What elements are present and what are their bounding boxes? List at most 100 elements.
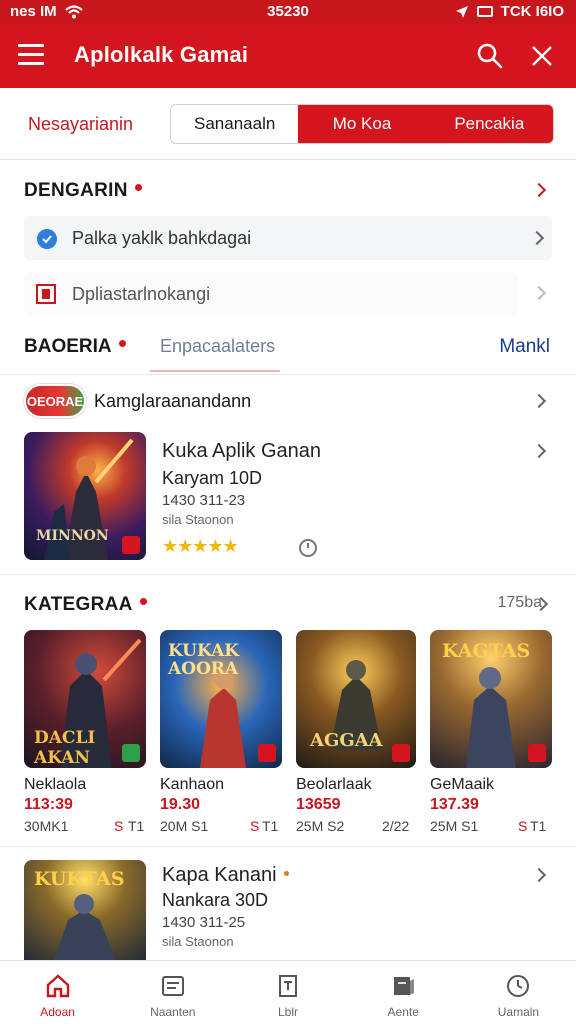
red-dot-icon [139,598,147,605]
category-price: 19.30 [160,796,201,813]
game-art-title: KUKAK AOORA [168,641,240,679]
app-title: Aplolkalk Gamai [74,42,249,67]
chevron-right-icon[interactable] [531,867,547,883]
nav-label: Adoan [40,1005,75,1019]
chevron-right-icon[interactable] [531,182,547,198]
red-tag-icon [392,744,410,762]
nav-label: Lblr [278,1005,299,1019]
clock-icon [507,975,530,997]
bottom-nav: Adoan Naanten Lblr Aente Uamaln [0,960,576,1024]
segment-option-1[interactable]: Sananaaln [171,105,298,143]
chevron-right-icon [529,230,545,246]
nav-list[interactable]: Naanten [115,961,230,1024]
featured-header: Kamglaraanandann [94,391,252,411]
nav-home[interactable]: Adoan [0,961,115,1024]
category-size: 25M S2 [296,818,345,834]
close-icon[interactable] [528,42,556,70]
section-title: DENGARIN [24,180,142,202]
category-name[interactable]: Neklaola [24,776,86,794]
section-title: KATEGRAA [24,594,147,616]
segment-option-2[interactable]: Mo Koa [298,105,426,143]
game-publisher: sila Staonon [162,934,234,949]
category-rank: T1 [530,818,547,834]
category-name[interactable]: Kanhaon [160,776,224,794]
category-rank: 2/22 [382,818,410,834]
game-thumbnail[interactable]: KUKTAS [24,860,146,960]
list-item-label: Dpliastarlnokangi [72,284,211,304]
clock-icon [299,539,317,557]
nav-notebook[interactable]: Aente [346,961,461,1024]
search-icon[interactable] [476,42,504,70]
green-tag-icon [122,744,140,762]
red-dot-icon [134,184,142,191]
rating-stars: ★★★★★ [162,536,239,556]
game-date: 1430 311-25 [162,914,246,931]
home-icon [46,974,69,998]
nav-clock[interactable]: Uamaln [461,961,576,1024]
divider [0,374,576,375]
app-bar: Aplolkalk Gamai [0,24,576,88]
info-circle-icon [37,229,57,249]
red-tag-icon [122,536,140,554]
chevron-right-icon[interactable] [531,443,547,459]
tab-other[interactable]: Enpacaalaters [160,336,275,357]
game-art-title: MINNON [36,528,109,544]
tab-active[interactable]: BAOERIA [24,336,126,358]
category-badge: S [250,818,260,834]
category-card-4[interactable]: KAGTAS [430,630,552,768]
category-badge: S [518,818,528,834]
divider [0,574,576,575]
category-card-1[interactable]: DACLI AKAN [24,630,146,768]
featured-badge: OEORAE [24,384,86,418]
category-size: 20M S1 [160,818,209,834]
location-arrow-icon [455,5,468,18]
category-price: 113:39 [24,796,73,813]
nav-label: Uamaln [497,1005,540,1019]
filter-row: Nesayarianin Sananaaln Mo Koa Pencakia [0,88,576,160]
category-card-2[interactable]: KUKAK AOORA [160,630,282,768]
game-thumbnail[interactable]: MINNON [24,432,146,560]
game-date: 1430 311-23 [162,492,246,509]
more-link[interactable]: Mankl [499,336,550,358]
segment-option-3[interactable]: Pencakia [425,105,553,143]
tab-underline [150,370,280,372]
red-square-icon [36,284,56,304]
nav-label: Aente [387,1005,419,1019]
list-item[interactable]: Dpliastarlnokangi [24,272,518,316]
nav-book[interactable]: Lblr [230,961,345,1024]
game-art-title: AGGAA [310,730,383,751]
chevron-right-icon[interactable] [531,393,547,409]
category-name[interactable]: GeMaaik [430,776,494,794]
category-name[interactable]: Beolarlaak [296,776,372,794]
nav-label: Naanten [150,1005,196,1019]
list-item[interactable]: Palka yaklk bahkdagai [24,216,552,260]
menu-icon[interactable] [18,44,44,66]
tabs: BAOERIA Enpacaalaters Mankl [0,326,576,374]
notebook-icon [394,977,415,995]
category-size: 30MK1 [24,818,69,834]
game-publisher: sila Staonon [162,512,234,527]
category-badge: S [114,818,124,834]
list-item-label: Palka yaklk bahkdagai [72,228,252,248]
divider [0,846,576,847]
filter-label[interactable]: Nesayarianin [28,114,133,135]
game-title[interactable]: Kuka Aplik Ganan [162,440,321,463]
status-bar: nes IM 35230 TCK I6IO [0,0,576,24]
red-tag-icon [258,744,276,762]
list-icon [161,976,184,996]
category-price: 13659 [296,796,341,813]
book-icon [279,975,297,997]
section-title-text: KATEGRAA [24,594,133,615]
chevron-right-icon[interactable] [531,285,547,301]
category-price: 137.39 [430,796,479,813]
game-art-title: KAGTAS [442,640,531,662]
game-title-text: Kapa Kanani [162,864,277,886]
section-title-text: DENGARIN [24,180,128,201]
game-art-title: KUKTAS [34,868,125,890]
category-rank: T1 [128,818,145,834]
game-title[interactable]: Kapa Kanani [162,864,289,887]
category-card-3[interactable]: AGGAA [296,630,416,768]
status-right: TCK I6IO [500,3,564,20]
game-subtitle: Karyam 10D [162,468,263,488]
orange-dot-icon [283,871,289,876]
